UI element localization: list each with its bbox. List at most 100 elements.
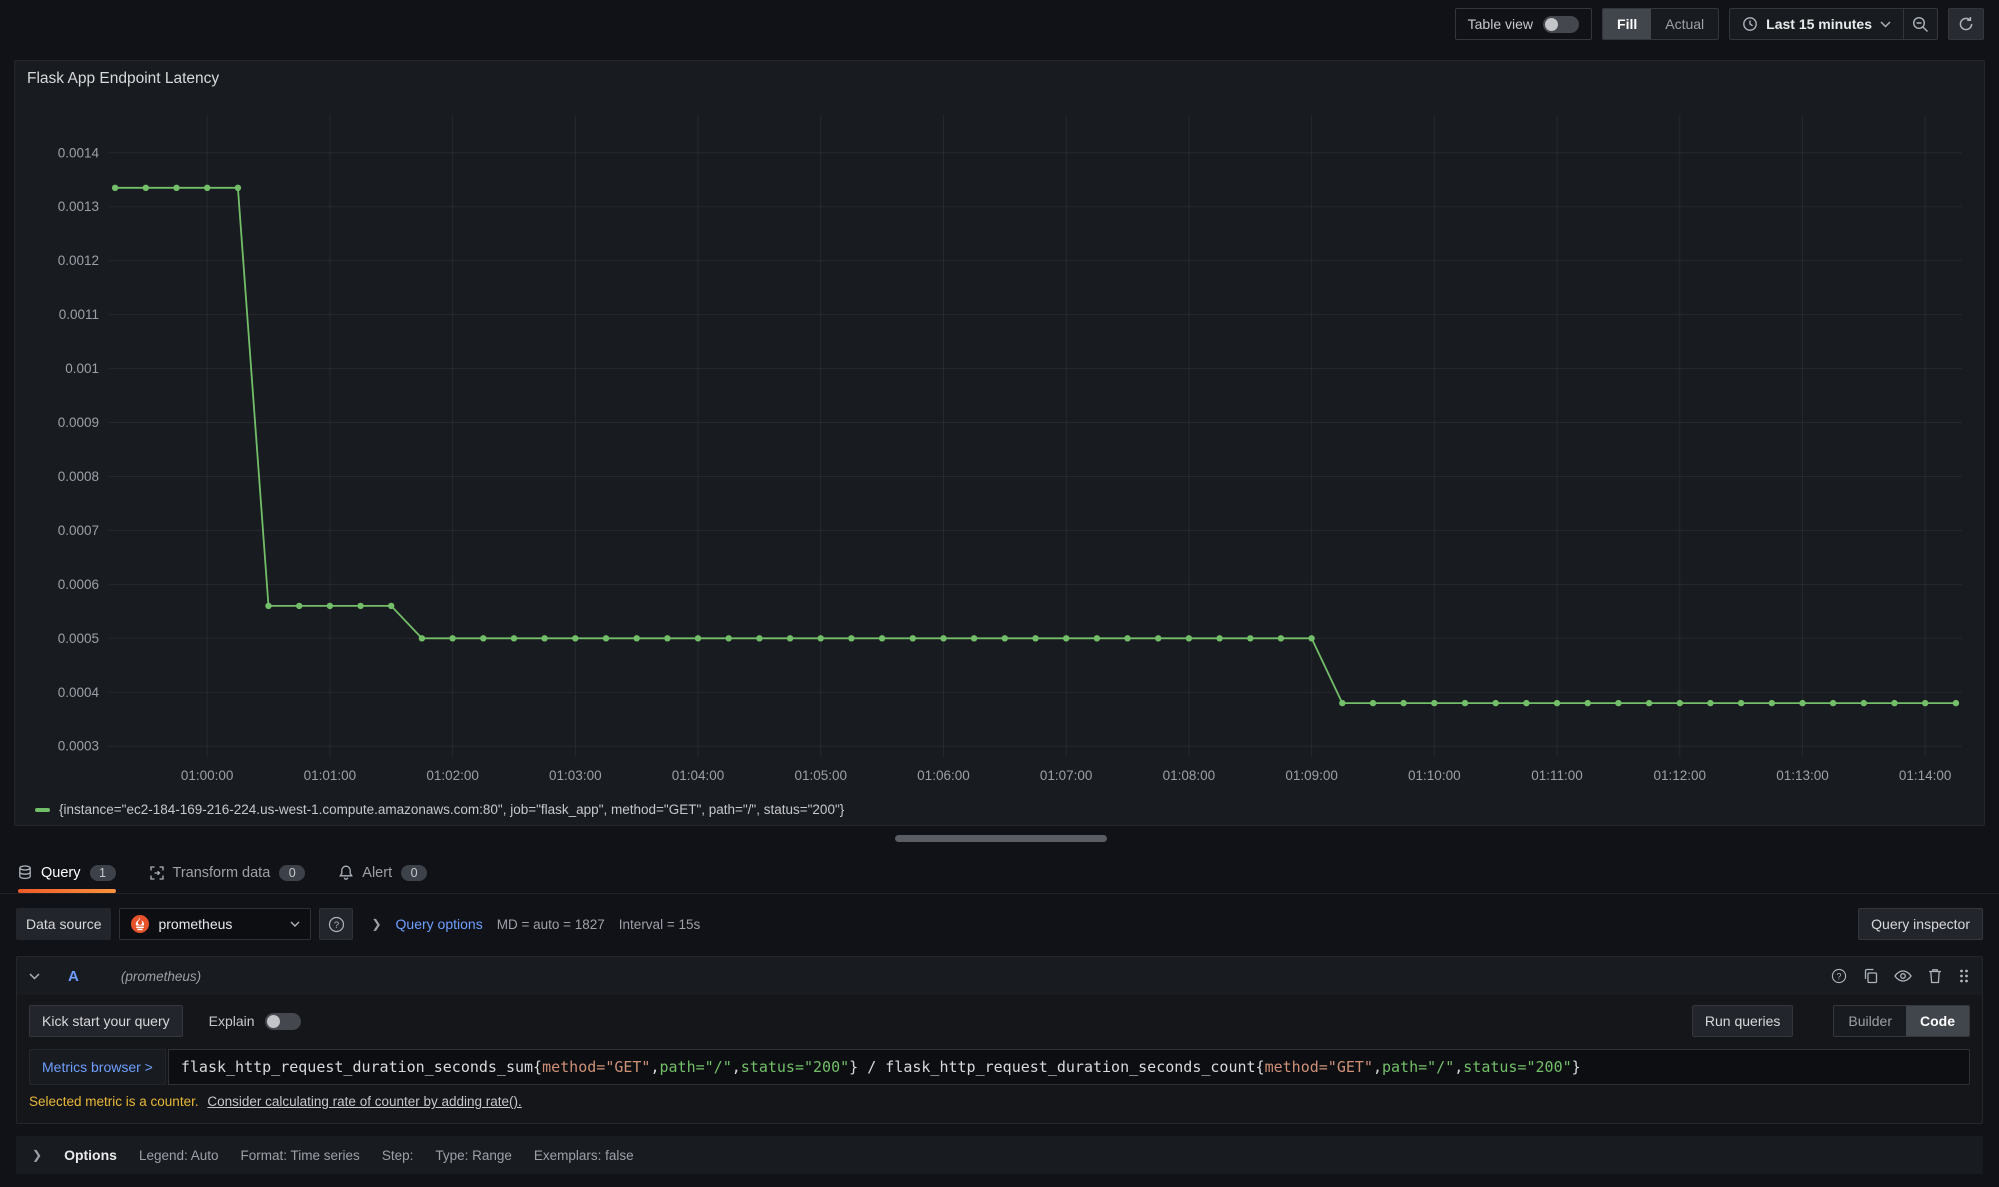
chevron-right-icon[interactable]: ❯ bbox=[32, 1148, 42, 1162]
table-view-toggle[interactable] bbox=[1543, 16, 1579, 33]
toggle-visibility-icon[interactable] bbox=[1894, 969, 1912, 983]
data-point[interactable] bbox=[1155, 635, 1161, 641]
collapse-chevron-icon[interactable] bbox=[29, 973, 40, 980]
data-point[interactable] bbox=[1308, 635, 1314, 641]
tab-transform-data[interactable]: Transform data 0 bbox=[150, 852, 306, 893]
chart-area[interactable]: 0.00140.00130.00120.00110.0010.00090.000… bbox=[27, 97, 1972, 791]
data-point[interactable] bbox=[1738, 700, 1744, 706]
data-point[interactable] bbox=[695, 635, 701, 641]
data-point[interactable] bbox=[1216, 635, 1222, 641]
data-point[interactable] bbox=[480, 635, 486, 641]
data-point[interactable] bbox=[1278, 635, 1284, 641]
data-point[interactable] bbox=[1431, 700, 1437, 706]
data-point[interactable] bbox=[910, 635, 916, 641]
data-point[interactable] bbox=[541, 635, 547, 641]
data-point[interactable] bbox=[1861, 700, 1867, 706]
warning-rate-link[interactable]: Consider calculating rate of counter by … bbox=[207, 1094, 521, 1109]
data-point[interactable] bbox=[1646, 700, 1652, 706]
data-point[interactable] bbox=[1400, 700, 1406, 706]
duplicate-query-icon[interactable] bbox=[1863, 968, 1878, 984]
query-row-header[interactable]: A (prometheus) ? bbox=[17, 957, 1982, 995]
y-axis-tick-label: 0.0008 bbox=[58, 469, 99, 484]
data-point[interactable] bbox=[1462, 700, 1468, 706]
data-point[interactable] bbox=[511, 635, 517, 641]
data-point[interactable] bbox=[572, 635, 578, 641]
drag-handle-icon[interactable] bbox=[1958, 968, 1970, 984]
fill-button[interactable]: Fill bbox=[1603, 9, 1651, 39]
refresh-button[interactable] bbox=[1948, 8, 1984, 40]
data-point[interactable] bbox=[357, 603, 363, 609]
explain-toggle[interactable] bbox=[265, 1013, 301, 1030]
data-point[interactable] bbox=[634, 635, 640, 641]
data-point[interactable] bbox=[1493, 700, 1499, 706]
horizontal-scrollbar[interactable] bbox=[895, 835, 1107, 842]
data-point[interactable] bbox=[1769, 700, 1775, 706]
chevron-right-icon: ❯ bbox=[371, 917, 381, 931]
data-point[interactable] bbox=[971, 635, 977, 641]
data-point[interactable] bbox=[1339, 700, 1345, 706]
data-point[interactable] bbox=[1953, 700, 1959, 706]
tab-alert[interactable]: Alert 0 bbox=[339, 852, 427, 893]
data-point[interactable] bbox=[1186, 635, 1192, 641]
data-point[interactable] bbox=[112, 185, 118, 191]
data-point[interactable] bbox=[1032, 635, 1038, 641]
data-point[interactable] bbox=[1124, 635, 1130, 641]
data-point[interactable] bbox=[787, 635, 793, 641]
data-point[interactable] bbox=[1247, 635, 1253, 641]
data-point[interactable] bbox=[726, 635, 732, 641]
data-point[interactable] bbox=[1922, 700, 1928, 706]
data-point[interactable] bbox=[1523, 700, 1529, 706]
data-point[interactable] bbox=[1707, 700, 1713, 706]
zoom-out-button[interactable] bbox=[1903, 9, 1937, 39]
data-point[interactable] bbox=[940, 635, 946, 641]
data-point[interactable] bbox=[265, 603, 271, 609]
data-point[interactable] bbox=[1094, 635, 1100, 641]
data-point[interactable] bbox=[173, 185, 179, 191]
delete-query-icon[interactable] bbox=[1928, 968, 1942, 984]
data-point[interactable] bbox=[756, 635, 762, 641]
data-point[interactable] bbox=[449, 635, 455, 641]
kick-start-query-button[interactable]: Kick start your query bbox=[29, 1005, 183, 1037]
actual-button[interactable]: Actual bbox=[1651, 9, 1718, 39]
query-options-summary-row[interactable]: ❯ Options Legend: AutoFormat: Time serie… bbox=[16, 1136, 1983, 1174]
data-point[interactable] bbox=[1891, 700, 1897, 706]
data-point[interactable] bbox=[1799, 700, 1805, 706]
data-point[interactable] bbox=[818, 635, 824, 641]
promql-query-input[interactable]: flask_http_request_duration_seconds_sum{… bbox=[168, 1049, 1970, 1085]
code-button[interactable]: Code bbox=[1906, 1006, 1969, 1036]
data-point[interactable] bbox=[1063, 635, 1069, 641]
data-point[interactable] bbox=[1370, 700, 1376, 706]
query-inspector-button[interactable]: Query inspector bbox=[1858, 908, 1983, 940]
tab-query[interactable]: Query 1 bbox=[18, 852, 116, 893]
data-point[interactable] bbox=[879, 635, 885, 641]
data-point[interactable] bbox=[1615, 700, 1621, 706]
metrics-browser-button[interactable]: Metrics browser > bbox=[29, 1049, 166, 1085]
datasource-select[interactable]: prometheus bbox=[119, 908, 311, 940]
run-queries-button[interactable]: Run queries bbox=[1692, 1005, 1794, 1037]
data-point[interactable] bbox=[1830, 700, 1836, 706]
data-point[interactable] bbox=[327, 603, 333, 609]
data-point[interactable] bbox=[204, 185, 210, 191]
chart-legend[interactable]: {instance="ec2-184-169-216-224.us-west-1… bbox=[35, 802, 844, 817]
data-point[interactable] bbox=[603, 635, 609, 641]
data-point[interactable] bbox=[664, 635, 670, 641]
query-help-icon[interactable]: ? bbox=[1831, 968, 1847, 984]
data-point[interactable] bbox=[1585, 700, 1591, 706]
data-point[interactable] bbox=[1677, 700, 1683, 706]
transform-icon bbox=[150, 866, 164, 880]
data-point[interactable] bbox=[388, 603, 394, 609]
data-point[interactable] bbox=[143, 185, 149, 191]
data-point[interactable] bbox=[235, 185, 241, 191]
datasource-help-button[interactable]: ? bbox=[319, 908, 353, 940]
promql-token: , bbox=[1454, 1058, 1463, 1076]
data-point[interactable] bbox=[1002, 635, 1008, 641]
data-point[interactable] bbox=[848, 635, 854, 641]
query-options-link[interactable]: Query options bbox=[396, 916, 483, 932]
time-range-picker[interactable]: Last 15 minutes bbox=[1730, 9, 1903, 39]
data-point[interactable] bbox=[419, 635, 425, 641]
builder-button[interactable]: Builder bbox=[1834, 1006, 1906, 1036]
data-point[interactable] bbox=[1554, 700, 1560, 706]
legend-series-label[interactable]: {instance="ec2-184-169-216-224.us-west-1… bbox=[59, 802, 844, 817]
data-point[interactable] bbox=[296, 603, 302, 609]
latency-chart[interactable]: 0.00140.00130.00120.00110.0010.00090.000… bbox=[27, 97, 1972, 791]
